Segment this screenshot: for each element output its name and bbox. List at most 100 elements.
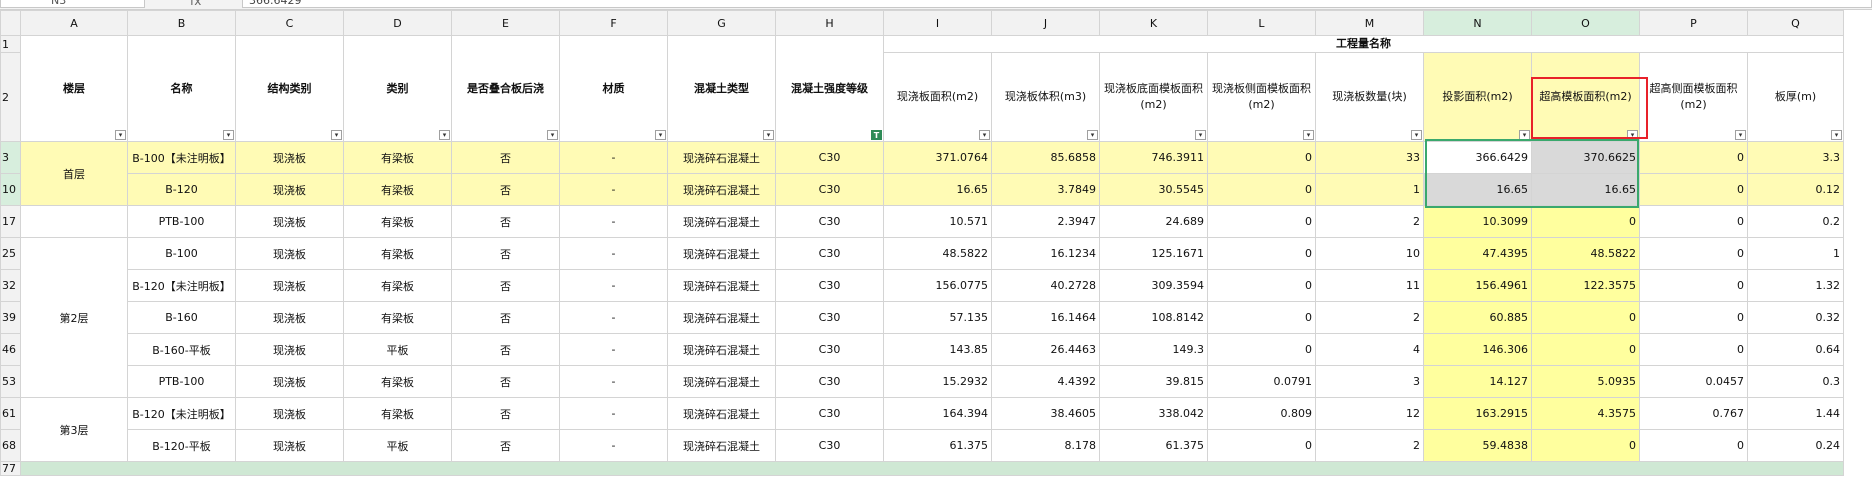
proj-cell[interactable]: 59.4838 xyxy=(1423,429,1532,462)
over-cell[interactable]: 370.6625 xyxy=(1531,141,1640,174)
column-header-f[interactable]: F xyxy=(559,10,668,36)
side-cell[interactable]: 0 xyxy=(1207,269,1316,302)
grade-cell[interactable]: C30 xyxy=(775,237,884,270)
column-header-a[interactable]: A xyxy=(20,10,128,36)
grade-cell[interactable]: C30 xyxy=(775,205,884,238)
volume-cell[interactable]: 16.1464 xyxy=(991,301,1100,334)
row-header[interactable]: 10 xyxy=(0,173,21,206)
area-cell[interactable]: 371.0764 xyxy=(883,141,992,174)
thick-cell[interactable]: 0.32 xyxy=(1747,301,1844,334)
row-header[interactable]: 77 xyxy=(0,461,21,476)
proj-cell[interactable]: 156.4961 xyxy=(1423,269,1532,302)
volume-cell[interactable]: 8.178 xyxy=(991,429,1100,462)
area-cell[interactable]: 15.2932 xyxy=(883,365,992,398)
concrete-cell[interactable]: 现浇碎石混凝土 xyxy=(667,301,776,334)
filter-dropdown-icon[interactable]: ▾ xyxy=(1627,130,1638,140)
type-cell[interactable]: 有梁板 xyxy=(343,301,452,334)
row-header[interactable]: 68 xyxy=(0,429,21,462)
bottom-cell[interactable]: 125.1671 xyxy=(1099,237,1208,270)
column-header-n[interactable]: N xyxy=(1423,10,1532,36)
area-cell[interactable]: 57.135 xyxy=(883,301,992,334)
area-cell[interactable]: 61.375 xyxy=(883,429,992,462)
struct-cell[interactable]: 现浇板 xyxy=(235,429,344,462)
struct-cell[interactable]: 现浇板 xyxy=(235,205,344,238)
row-header[interactable]: 61 xyxy=(0,397,21,430)
overside-cell[interactable]: 0 xyxy=(1639,333,1748,366)
stacked-cell[interactable]: 否 xyxy=(451,397,560,430)
row-header[interactable]: 3 xyxy=(0,141,21,174)
overside-cell[interactable]: 0 xyxy=(1639,237,1748,270)
concrete-cell[interactable]: 现浇碎石混凝土 xyxy=(667,141,776,174)
overside-cell[interactable]: 0.0457 xyxy=(1639,365,1748,398)
concrete-cell[interactable]: 现浇碎石混凝土 xyxy=(667,205,776,238)
floor-cell[interactable] xyxy=(20,205,128,238)
filter-active-icon[interactable]: T xyxy=(871,130,882,140)
struct-cell[interactable]: 现浇板 xyxy=(235,237,344,270)
count-cell[interactable]: 11 xyxy=(1315,269,1424,302)
side-cell[interactable]: 0.809 xyxy=(1207,397,1316,430)
proj-cell[interactable]: 47.4395 xyxy=(1423,237,1532,270)
struct-cell[interactable]: 现浇板 xyxy=(235,141,344,174)
side-cell[interactable]: 0 xyxy=(1207,301,1316,334)
bottom-cell[interactable]: 30.5545 xyxy=(1099,173,1208,206)
volume-cell[interactable]: 40.2728 xyxy=(991,269,1100,302)
material-cell[interactable]: - xyxy=(559,301,668,334)
volume-cell[interactable]: 2.3947 xyxy=(991,205,1100,238)
row-header[interactable]: 2 xyxy=(0,52,21,142)
name-box[interactable]: N3 xyxy=(0,0,145,8)
stacked-cell[interactable]: 否 xyxy=(451,205,560,238)
over-cell[interactable]: 5.0935 xyxy=(1531,365,1640,398)
proj-cell[interactable]: 10.3099 xyxy=(1423,205,1532,238)
thick-cell[interactable]: 1.44 xyxy=(1747,397,1844,430)
volume-cell[interactable]: 38.4605 xyxy=(991,397,1100,430)
count-cell[interactable]: 1 xyxy=(1315,173,1424,206)
row-header[interactable]: 46 xyxy=(0,333,21,366)
material-cell[interactable]: - xyxy=(559,397,668,430)
count-cell[interactable]: 2 xyxy=(1315,429,1424,462)
name-cell[interactable]: B-160-平板 xyxy=(127,333,236,366)
proj-cell[interactable]: 366.6429 xyxy=(1423,141,1532,174)
thick-cell[interactable]: 0.2 xyxy=(1747,205,1844,238)
grade-cell[interactable]: C30 xyxy=(775,365,884,398)
area-cell[interactable]: 16.65 xyxy=(883,173,992,206)
concrete-cell[interactable]: 现浇碎石混凝土 xyxy=(667,173,776,206)
type-cell[interactable]: 有梁板 xyxy=(343,205,452,238)
bottom-cell[interactable]: 108.8142 xyxy=(1099,301,1208,334)
thick-cell[interactable]: 0.12 xyxy=(1747,173,1844,206)
overside-cell[interactable]: 0 xyxy=(1639,429,1748,462)
type-cell[interactable]: 有梁板 xyxy=(343,397,452,430)
concrete-cell[interactable]: 现浇碎石混凝土 xyxy=(667,333,776,366)
struct-cell[interactable]: 现浇板 xyxy=(235,173,344,206)
over-cell[interactable]: 0 xyxy=(1531,429,1640,462)
row-header[interactable]: 53 xyxy=(0,365,21,398)
concrete-cell[interactable]: 现浇碎石混凝土 xyxy=(667,365,776,398)
type-cell[interactable]: 有梁板 xyxy=(343,269,452,302)
name-cell[interactable]: B-120【未注明板】 xyxy=(127,269,236,302)
count-cell[interactable]: 4 xyxy=(1315,333,1424,366)
filter-dropdown-icon[interactable]: ▾ xyxy=(223,130,234,140)
column-header-g[interactable]: G xyxy=(667,10,776,36)
filter-dropdown-icon[interactable]: ▾ xyxy=(1411,130,1422,140)
formula-input[interactable]: 366.6429 xyxy=(242,0,1872,8)
overside-cell[interactable]: 0 xyxy=(1639,301,1748,334)
floor-cell[interactable]: 第3层 xyxy=(20,397,128,462)
filter-dropdown-icon[interactable]: ▾ xyxy=(1195,130,1206,140)
count-cell[interactable]: 3 xyxy=(1315,365,1424,398)
column-header-j[interactable]: J xyxy=(991,10,1100,36)
type-cell[interactable]: 平板 xyxy=(343,429,452,462)
row-header[interactable]: 25 xyxy=(0,237,21,270)
column-header-p[interactable]: P xyxy=(1639,10,1748,36)
struct-cell[interactable]: 现浇板 xyxy=(235,397,344,430)
proj-cell[interactable]: 146.306 xyxy=(1423,333,1532,366)
name-cell[interactable]: B-120 xyxy=(127,173,236,206)
over-cell[interactable]: 16.65 xyxy=(1531,173,1640,206)
count-cell[interactable]: 12 xyxy=(1315,397,1424,430)
column-header-d[interactable]: D xyxy=(343,10,452,36)
thick-cell[interactable]: 1.32 xyxy=(1747,269,1844,302)
proj-cell[interactable]: 14.127 xyxy=(1423,365,1532,398)
material-cell[interactable]: - xyxy=(559,365,668,398)
struct-cell[interactable]: 现浇板 xyxy=(235,365,344,398)
filter-dropdown-icon[interactable]: ▾ xyxy=(763,130,774,140)
bottom-cell[interactable]: 338.042 xyxy=(1099,397,1208,430)
overside-cell[interactable]: 0 xyxy=(1639,141,1748,174)
